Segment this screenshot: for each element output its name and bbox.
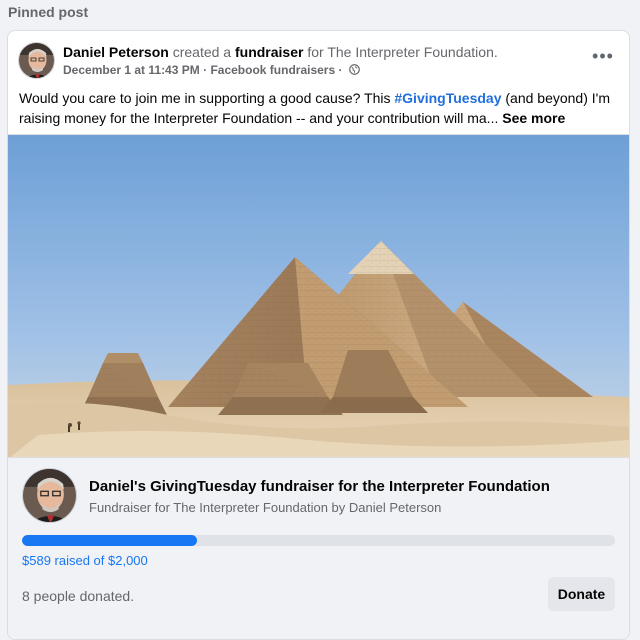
fundraiser-title[interactable]: Daniel's GivingTuesday fundraiser for th… — [89, 478, 550, 495]
fundraiser-progress-fill — [22, 535, 197, 546]
fundraiser-progress-bar — [22, 535, 615, 546]
more-options-button[interactable]: ••• — [592, 47, 614, 67]
post-source-link[interactable]: Facebook fundraisers — [210, 63, 335, 77]
meta-separator: · — [338, 63, 343, 77]
hashtag-link[interactable]: #GivingTuesday — [394, 90, 501, 106]
post-timestamp[interactable]: December 1 at 11:43 PM — [63, 63, 200, 77]
fundraiser-avatar[interactable] — [22, 468, 77, 523]
fundraiser-link[interactable]: fundraiser — [235, 44, 303, 60]
donate-button[interactable]: Donate — [548, 577, 615, 611]
fundraiser-subtitle: Fundraiser for The Interpreter Foundatio… — [89, 500, 442, 515]
fundraiser-panel[interactable]: Daniel's GivingTuesday fundraiser for th… — [8, 458, 629, 639]
post-header: Daniel Peterson created a fundraiser for… — [18, 41, 619, 81]
author-name-link[interactable]: Daniel Peterson — [63, 44, 169, 60]
post-meta: December 1 at 11:43 PM · Facebook fundra… — [63, 63, 360, 77]
post-text-start: Would you care to join me in supporting … — [19, 90, 395, 106]
action-prefix: created a — [172, 44, 232, 60]
see-more-link[interactable]: See more — [502, 110, 565, 126]
amount-raised-text: $589 raised of $2,000 — [22, 553, 148, 568]
post-header-title: Daniel Peterson created a fundraiser for… — [63, 44, 498, 60]
author-avatar[interactable] — [18, 42, 55, 79]
post-card: Daniel Peterson created a fundraiser for… — [7, 30, 630, 640]
post-body-text: Would you care to join me in supporting … — [19, 88, 619, 128]
action-suffix[interactable]: for The Interpreter Foundation. — [307, 44, 497, 60]
fundraiser-cover-image[interactable] — [8, 134, 629, 458]
meta-separator: · — [203, 63, 208, 77]
pinned-post-label: Pinned post — [8, 4, 89, 20]
donor-count-text[interactable]: 8 people donated. — [22, 588, 134, 604]
globe-icon — [348, 64, 360, 75]
